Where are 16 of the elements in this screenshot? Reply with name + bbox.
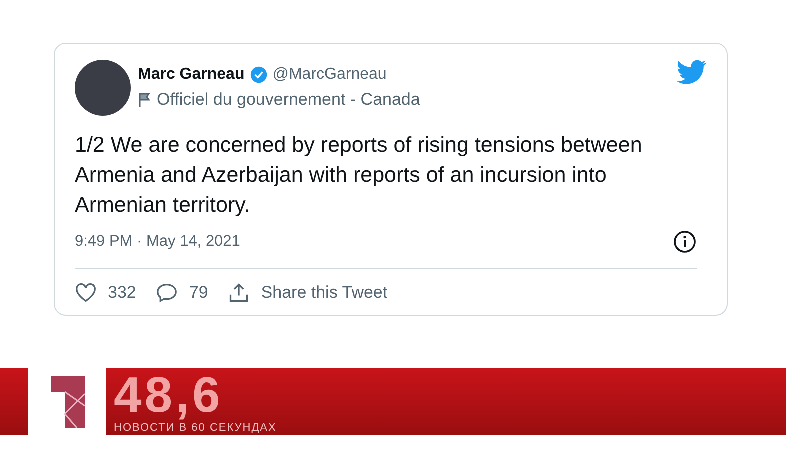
share-icon [228,282,250,304]
like-button[interactable]: 332 [75,283,136,303]
flag-icon [138,92,152,108]
reply-button[interactable]: 79 [156,283,208,303]
speech-bubble-icon [156,283,178,303]
bird-icon [677,60,707,85]
share-button[interactable]: Share this Tweet [228,282,388,304]
tweet-text: 1/2 We are concerned by reports of rising tensions between Armenia and Azerbaijan with reports of an incursion into Armenian territory. [75,132,644,219]
author-handle: @MarcGarneau [272,66,387,84]
tweet-timestamp[interactable]: 9:49 PM · May 14, 2021 [75,233,240,251]
author-label: Officiel du gouvernement - Canada [157,90,420,110]
ticker-headline: 48,6 [114,370,224,420]
ticker-caption: НОВОСТИ В 60 СЕКУНДАХ [114,422,277,434]
heart-icon [75,283,97,303]
info-icon[interactable] [673,230,697,254]
author-name: Marc Garneau [138,66,245,84]
